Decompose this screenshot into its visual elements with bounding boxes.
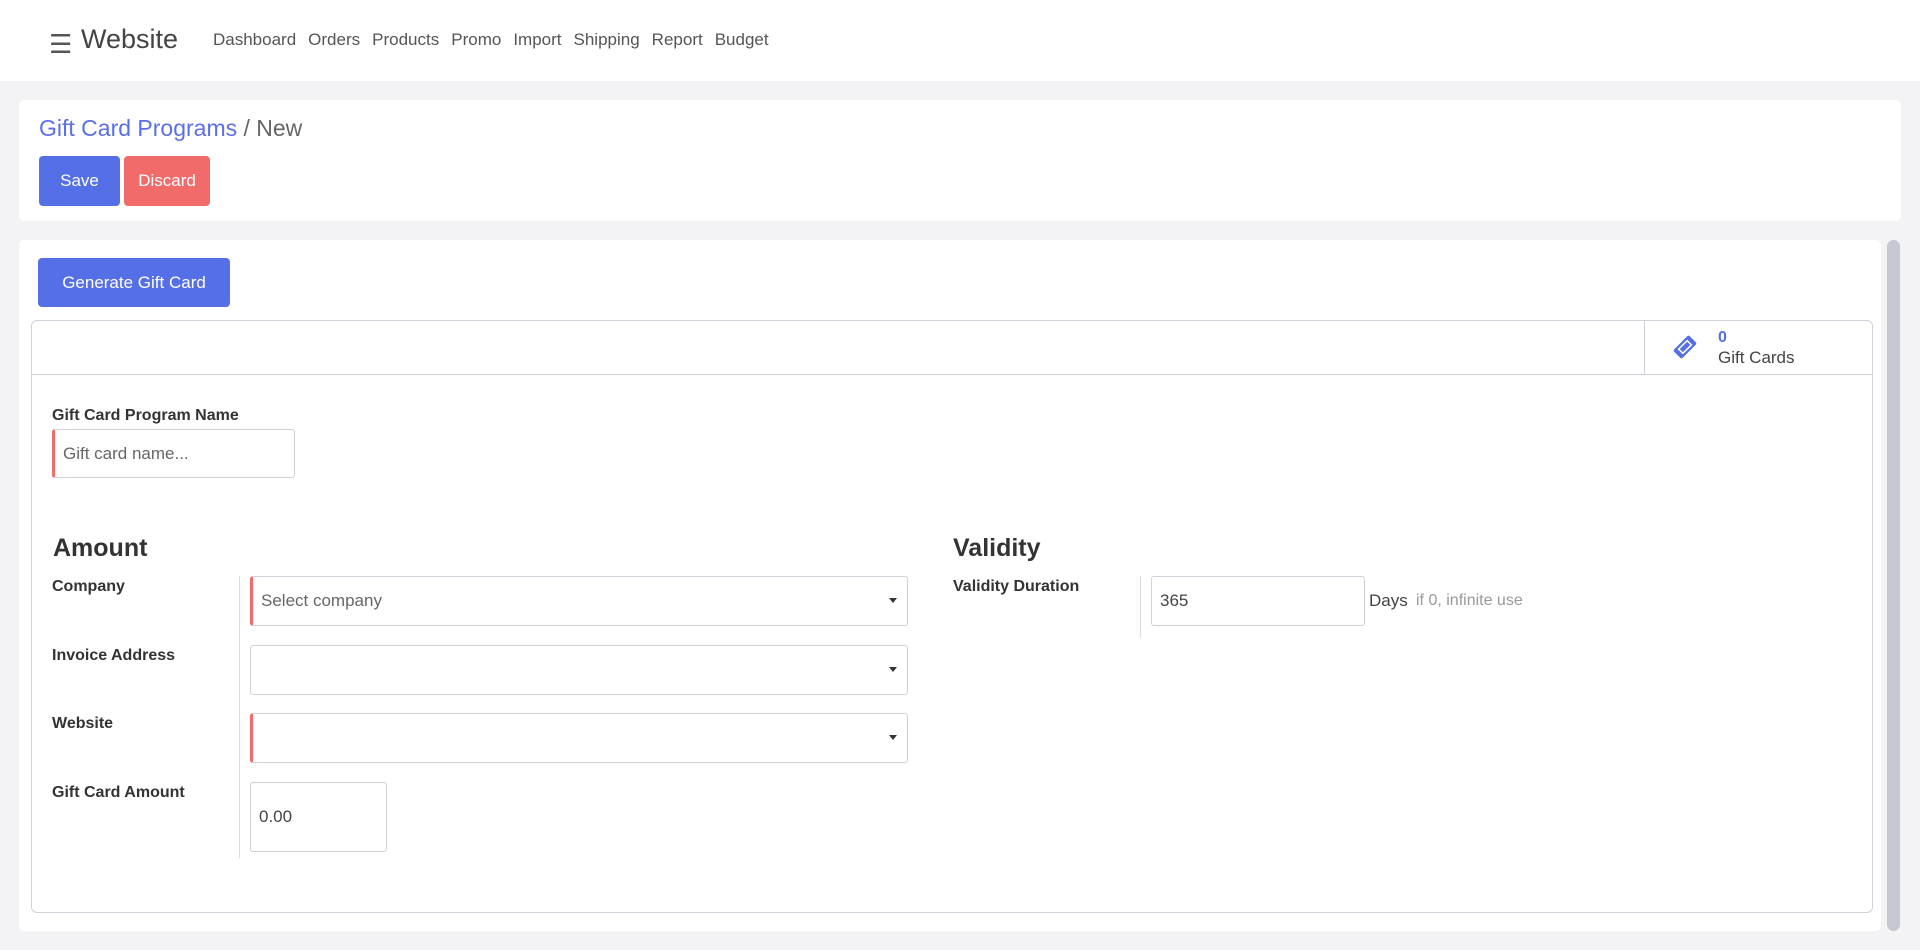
nav-import[interactable]: Import: [513, 30, 561, 50]
website-select[interactable]: [250, 713, 908, 763]
nav-budget[interactable]: Budget: [715, 30, 769, 50]
nav-shipping[interactable]: Shipping: [574, 30, 640, 50]
gift-card-amount-label: Gift Card Amount: [52, 784, 185, 802]
chevron-down-icon: [889, 735, 897, 740]
gift-card-amount-value: 0.00: [259, 807, 292, 827]
menu-icon[interactable]: ☰: [49, 29, 72, 60]
app-brand[interactable]: Website: [81, 24, 178, 55]
breadcrumb-parent[interactable]: Gift Card Programs: [39, 115, 237, 141]
validity-heading: Validity: [953, 534, 1041, 563]
company-select[interactable]: Select company: [250, 576, 908, 626]
program-name-placeholder: Gift card name...: [63, 444, 189, 464]
website-label: Website: [52, 715, 113, 733]
nav-orders[interactable]: Orders: [308, 30, 360, 50]
program-name-input[interactable]: Gift card name...: [52, 429, 295, 478]
gift-cards-label: Gift Cards: [1718, 348, 1795, 368]
label-divider: [239, 576, 240, 858]
chevron-down-icon: [889, 598, 897, 603]
chevron-down-icon: [889, 667, 897, 672]
company-label: Company: [52, 578, 125, 596]
nav-report[interactable]: Report: [652, 30, 703, 50]
gift-cards-stat-button[interactable]: 0 Gift Cards: [1644, 320, 1873, 375]
label-divider: [1140, 576, 1141, 638]
breadcrumb-separator: /: [244, 115, 250, 141]
company-placeholder: Select company: [261, 591, 382, 611]
invoice-address-select[interactable]: [250, 645, 908, 695]
gift-card-amount-input[interactable]: 0.00: [250, 782, 387, 852]
discard-button[interactable]: Discard: [124, 156, 210, 206]
program-name-label: Gift Card Program Name: [52, 407, 239, 425]
main-nav: Dashboard Orders Products Promo Import S…: [213, 30, 769, 50]
nav-products[interactable]: Products: [372, 30, 439, 50]
nav-promo[interactable]: Promo: [451, 30, 501, 50]
gift-cards-count: 0: [1718, 329, 1727, 347]
amount-heading: Amount: [53, 534, 147, 563]
breadcrumb-current: New: [256, 115, 302, 141]
invoice-address-label: Invoice Address: [52, 647, 175, 665]
validity-duration-label: Validity Duration: [953, 578, 1079, 596]
scrollbar[interactable]: [1887, 240, 1900, 931]
generate-gift-card-button[interactable]: Generate Gift Card: [38, 258, 230, 307]
button-box: [31, 320, 1873, 375]
nav-dashboard[interactable]: Dashboard: [213, 30, 296, 50]
save-button[interactable]: Save: [39, 156, 120, 206]
validity-hint: if 0, infinite use: [1416, 592, 1523, 610]
breadcrumb: Gift Card Programs / New: [39, 115, 302, 142]
top-navbar: ☰ Website Dashboard Orders Products Prom…: [0, 0, 1920, 81]
validity-duration-value: 365: [1160, 591, 1188, 611]
validity-duration-input[interactable]: 365: [1151, 576, 1365, 626]
ticket-icon: [1671, 333, 1699, 361]
validity-unit: Days: [1369, 591, 1408, 611]
